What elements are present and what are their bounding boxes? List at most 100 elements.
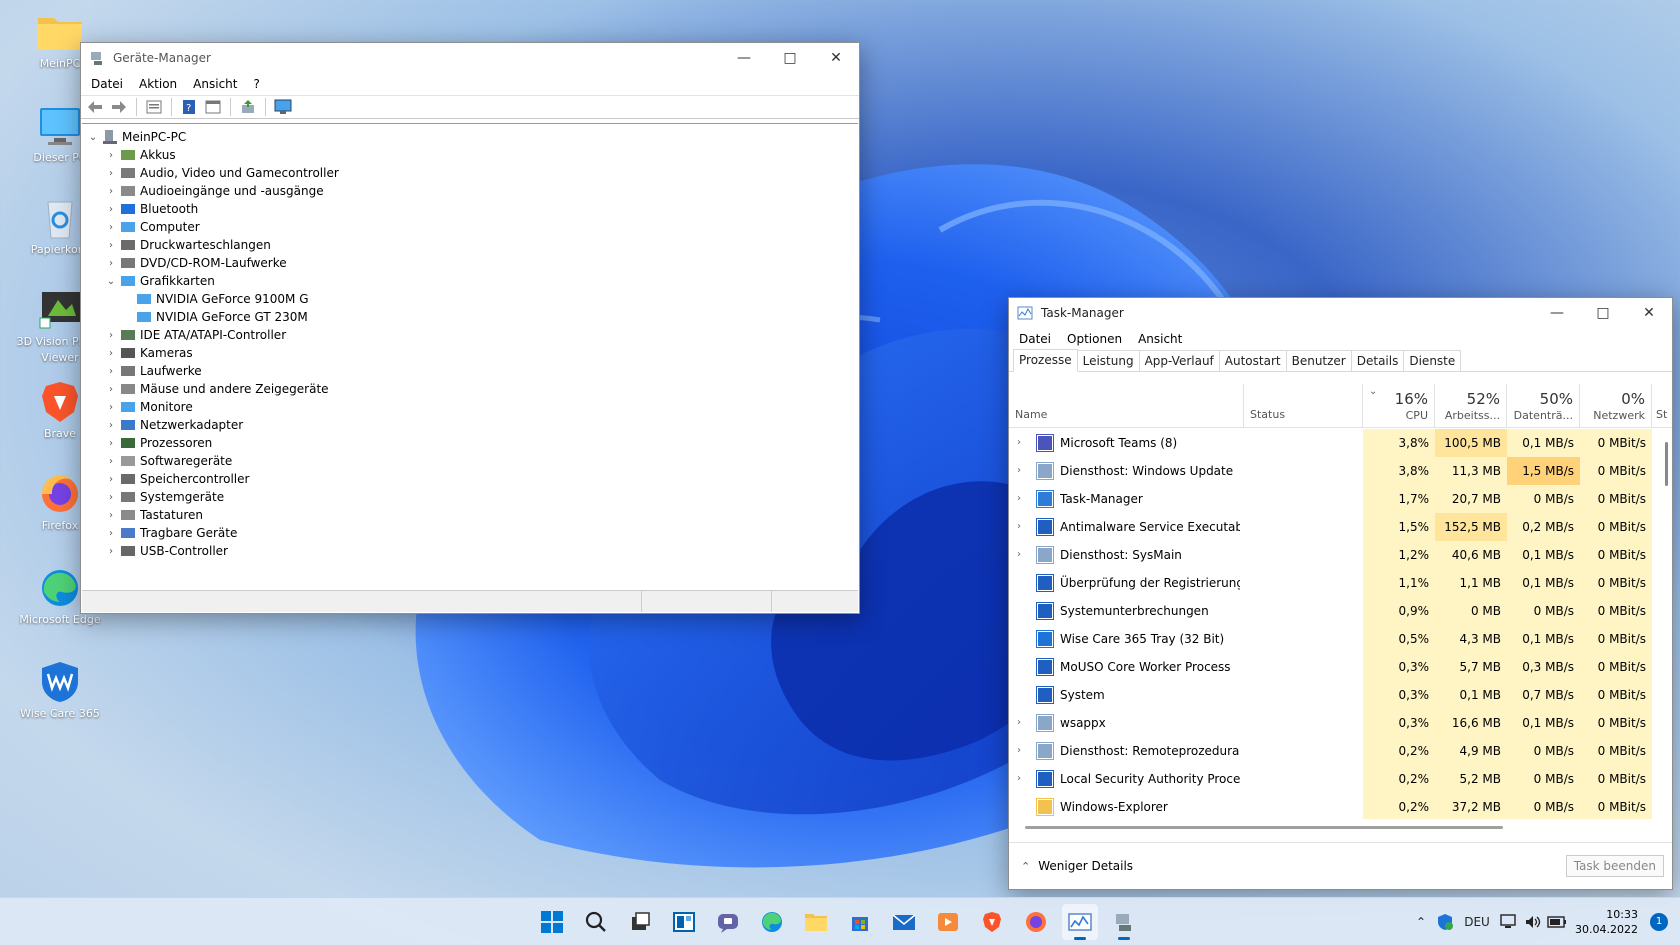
maximize-button[interactable]: □ [1580, 298, 1626, 328]
tree-root[interactable]: ⌄ MeinPC-PC [82, 128, 858, 146]
horizontal-scrollbar[interactable] [1025, 826, 1503, 829]
widgets-button[interactable] [666, 904, 702, 940]
process-row[interactable]: › Local Security Authority Process... 0,2%… [1009, 765, 1672, 793]
process-row[interactable]: Überprüfung der Registrierung ... 1,1% 1,1… [1009, 569, 1672, 597]
tree-category-item[interactable]: › Tragbare Geräte [82, 524, 858, 542]
chevron-right-icon[interactable]: › [104, 420, 118, 431]
column-header-status[interactable]: Status [1244, 384, 1363, 428]
tree-category-item[interactable]: › Computer [82, 218, 858, 236]
column-header-cpu[interactable]: 16% CPU [1363, 384, 1435, 428]
process-row[interactable]: MoUSO Core Worker Process 0,3% 5,7 MB 0,3 M… [1009, 653, 1672, 681]
mail-button[interactable] [886, 904, 922, 940]
tree-category-item[interactable]: › Audio, Video und Gamecontroller [82, 164, 858, 182]
chevron-right-icon[interactable]: › [1017, 429, 1029, 457]
close-button[interactable]: ✕ [1626, 298, 1672, 328]
tree-category-item[interactable]: › DVD/CD-ROM-Laufwerke [82, 254, 858, 272]
chevron-right-icon[interactable]: › [1017, 765, 1029, 793]
chevron-right-icon[interactable]: › [104, 474, 118, 485]
menu-ansicht[interactable]: Ansicht [185, 77, 245, 91]
tree-category-item[interactable]: › Tastaturen [82, 506, 858, 524]
process-row[interactable]: Wise Care 365 Tray (32 Bit) 0,5% 4,3 MB 0,1… [1009, 625, 1672, 653]
vertical-scrollbar[interactable] [1665, 442, 1668, 486]
tree-category-item[interactable]: › Netzwerkadapter [82, 416, 858, 434]
process-row[interactable]: › Microsoft Teams (8) 3,8% 100,5 MB 0,1 MB/s… [1009, 429, 1672, 457]
clock[interactable]: 10:33 30.04.2022 [1575, 907, 1638, 937]
column-header-memory[interactable]: 52% Arbeitss... [1435, 384, 1507, 428]
firefox-button[interactable] [1018, 904, 1054, 940]
battery-button[interactable] [1545, 910, 1569, 934]
tree-category-item[interactable]: › USB-Controller [82, 542, 858, 560]
tree-category-item[interactable]: › Akkus [82, 146, 858, 164]
maximize-button[interactable]: □ [767, 43, 813, 73]
chevron-right-icon[interactable]: › [104, 528, 118, 539]
chevron-right-icon[interactable]: › [1017, 457, 1029, 485]
defender-tray-button[interactable] [1433, 910, 1457, 934]
tree-category-item[interactable]: › Systemgeräte [82, 488, 858, 506]
chevron-right-icon[interactable]: › [104, 546, 118, 557]
tab-app-verlauf[interactable]: App-Verlauf [1138, 350, 1220, 371]
process-row[interactable]: Windows-Explorer 0,2% 37,2 MB 0 MB/s 0 MBit/… [1009, 793, 1672, 819]
chevron-right-icon[interactable]: › [1017, 541, 1029, 569]
chevron-right-icon[interactable]: › [104, 438, 118, 449]
chevron-right-icon[interactable]: › [104, 222, 118, 233]
tree-category-item[interactable]: › Softwaregeräte [82, 452, 858, 470]
tree-category-item[interactable]: ⌄ Grafikkarten [82, 272, 858, 290]
menu-datei[interactable]: Datei [83, 77, 131, 91]
tree-category-item[interactable]: › Audioeingänge und -ausgänge [82, 182, 858, 200]
tree-category-item[interactable]: › Speichercontroller [82, 470, 858, 488]
tab-autostart[interactable]: Autostart [1218, 350, 1287, 371]
update-driver-button[interactable] [238, 97, 258, 117]
column-header-disk[interactable]: 50% Datenträ... [1507, 384, 1580, 428]
process-row[interactable]: › Diensthost: Windows Update 3,8% 11,3 MB 1,… [1009, 457, 1672, 485]
close-button[interactable]: ✕ [813, 43, 859, 73]
fewer-details-button[interactable]: ⌃ Weniger Details [1021, 859, 1133, 873]
file-explorer-button[interactable] [798, 904, 834, 940]
tree-device-item[interactable]: NVIDIA GeForce GT 230M [82, 308, 858, 326]
store-button[interactable] [842, 904, 878, 940]
tree-category-item[interactable]: › Laufwerke [82, 362, 858, 380]
help-button[interactable]: ? [179, 97, 199, 117]
device-manager-button[interactable] [1106, 904, 1142, 940]
process-row[interactable]: › Diensthost: Remoteprozeduraufr... 0,2%4,… [1009, 737, 1672, 765]
search-button[interactable] [578, 904, 614, 940]
column-header-network[interactable]: 0% Netzwerk [1580, 384, 1652, 428]
chevron-right-icon[interactable]: › [104, 186, 118, 197]
chevron-right-icon[interactable]: › [104, 384, 118, 395]
tree-device-item[interactable]: NVIDIA GeForce 9100M G [82, 290, 858, 308]
menu-optionen[interactable]: Optionen [1059, 332, 1130, 346]
chevron-right-icon[interactable]: › [104, 204, 118, 215]
task-view-button[interactable] [622, 904, 658, 940]
chevron-right-icon[interactable]: › [1017, 737, 1029, 765]
process-row[interactable]: System 0,3% 0,1 MB 0,7 MB/s 0 MBit/s [1009, 681, 1672, 709]
tree-category-item[interactable]: › Mäuse und andere Zeigegeräte [82, 380, 858, 398]
volume-button[interactable] [1521, 910, 1545, 934]
menu-datei[interactable]: Datei [1011, 332, 1059, 346]
tree-category-item[interactable]: › Bluetooth [82, 200, 858, 218]
chevron-right-icon[interactable]: › [104, 330, 118, 341]
taskmgr-titlebar[interactable]: Task-Manager — □ ✕ [1009, 298, 1672, 328]
chevron-right-icon[interactable]: › [104, 240, 118, 251]
tree-category-item[interactable]: › Kameras [82, 344, 858, 362]
chevron-right-icon[interactable]: › [1017, 709, 1029, 737]
properties-view-button[interactable] [144, 97, 164, 117]
chevron-right-icon[interactable]: › [104, 258, 118, 269]
tab-prozesse[interactable]: Prozesse [1013, 349, 1078, 372]
tree-category-item[interactable]: › Druckwarteschlangen [82, 236, 858, 254]
minimize-button[interactable]: — [721, 43, 767, 73]
menu-ansicht[interactable]: Ansicht [1130, 332, 1190, 346]
tree-category-item[interactable]: › Monitore [82, 398, 858, 416]
chevron-down-icon[interactable]: ⌄ [104, 276, 118, 287]
start-button[interactable] [534, 904, 570, 940]
teams-chat-button[interactable] [710, 904, 746, 940]
tab-benutzer[interactable]: Benutzer [1285, 350, 1352, 371]
tab-leistung[interactable]: Leistung [1076, 350, 1140, 371]
properties-button[interactable] [203, 97, 223, 117]
network-button[interactable] [1497, 910, 1521, 934]
edge-button[interactable] [754, 904, 790, 940]
desktop-icon-wise-care[interactable]: Wise Care 365 [8, 660, 112, 722]
chevron-right-icon[interactable]: › [1017, 485, 1029, 513]
chevron-right-icon[interactable]: › [104, 510, 118, 521]
back-button[interactable] [85, 97, 105, 117]
forward-button[interactable] [109, 97, 129, 117]
scan-hardware-button[interactable] [273, 97, 293, 117]
